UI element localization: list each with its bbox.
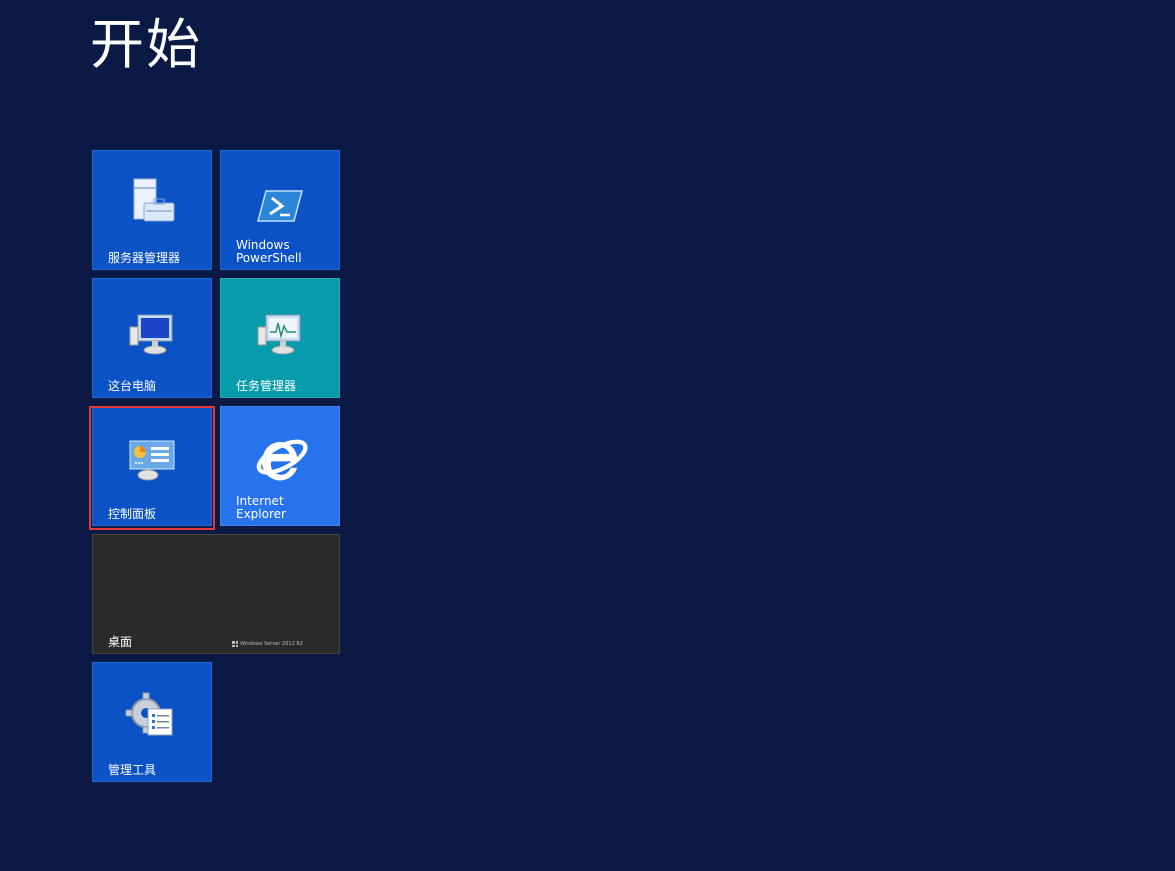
tile-desktop[interactable]: 桌面 Windows Server 2012 R2 bbox=[92, 534, 340, 654]
tile-label: 控制面板 bbox=[108, 507, 157, 521]
tile-label: Windows PowerShell bbox=[236, 238, 302, 265]
powershell-icon bbox=[257, 190, 303, 222]
start-screen-title: 开始 bbox=[90, 13, 202, 76]
computer-icon bbox=[129, 314, 173, 355]
tile-label: 桌面 bbox=[108, 635, 133, 649]
control-panel-icon bbox=[129, 440, 175, 481]
server-manager-icon bbox=[133, 178, 175, 222]
internet-explorer-icon bbox=[256, 439, 308, 481]
tile-label: 服务器管理器 bbox=[108, 251, 181, 265]
tile-internet-explorer[interactable]: Internet Explorer bbox=[220, 406, 340, 526]
tile-admin-tools[interactable]: 管理工具 bbox=[92, 662, 212, 782]
tile-powershell[interactable]: Windows PowerShell bbox=[220, 150, 340, 270]
task-manager-icon bbox=[257, 314, 301, 355]
tile-control-panel[interactable]: 控制面板 bbox=[92, 406, 212, 526]
windows-server-brand: Windows Server 2012 R2 bbox=[232, 641, 303, 647]
tile-server-manager[interactable]: 服务器管理器 bbox=[92, 150, 212, 270]
tile-label: Internet Explorer bbox=[236, 494, 286, 521]
windows-logo-icon bbox=[232, 641, 239, 647]
tile-this-pc[interactable]: 这台电脑 bbox=[92, 278, 212, 398]
tile-task-manager[interactable]: 任务管理器 bbox=[220, 278, 340, 398]
admin-tools-icon bbox=[125, 692, 173, 736]
tile-label: 任务管理器 bbox=[236, 379, 297, 393]
tile-label: 管理工具 bbox=[108, 763, 157, 777]
tile-label: 这台电脑 bbox=[108, 379, 157, 393]
